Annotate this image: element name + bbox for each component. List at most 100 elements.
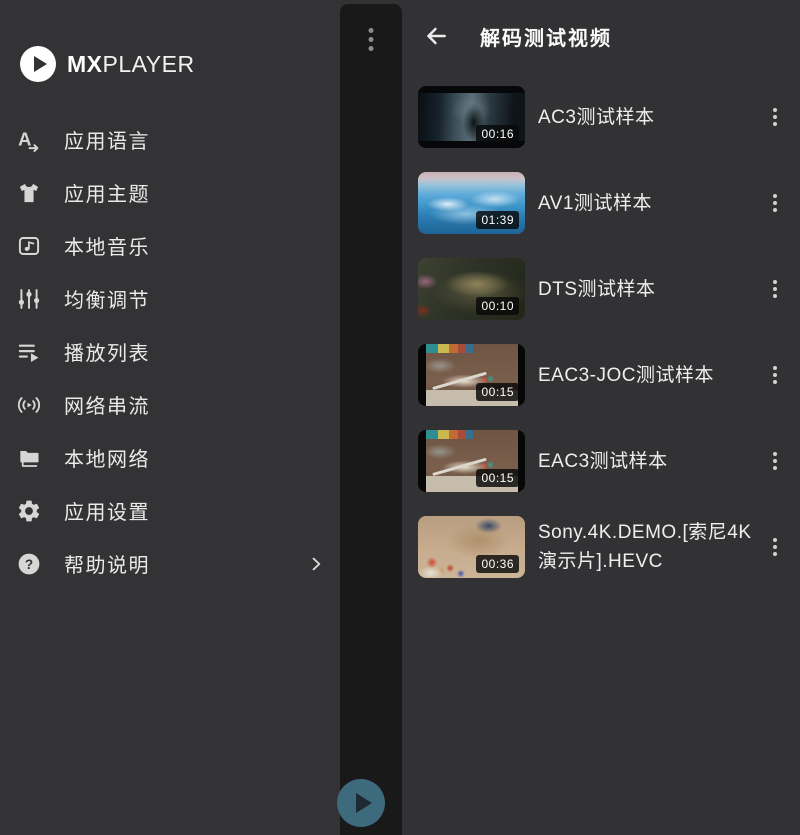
app-bar: 解码测试视频 bbox=[402, 0, 800, 72]
video-title: AV1测试样本 bbox=[538, 189, 762, 218]
overflow-menu-button[interactable] bbox=[365, 24, 378, 55]
sidebar-item-label: 应用主题 bbox=[64, 178, 150, 207]
chevron-right-icon bbox=[306, 554, 326, 574]
more-vert-icon bbox=[773, 294, 777, 298]
navigation-drawer: MXPLAYER A 应用语言 应用主题 bbox=[0, 0, 340, 835]
arrow-left-icon bbox=[423, 23, 449, 49]
sidebar-item-app-language[interactable]: A 应用语言 bbox=[0, 113, 340, 166]
more-vert-icon bbox=[773, 108, 777, 112]
play-logo-icon bbox=[20, 46, 56, 82]
brand-text: MXPLAYER bbox=[67, 51, 195, 78]
help-icon: ? bbox=[16, 551, 42, 577]
sidebar-item-local-network[interactable]: 本地网络 bbox=[0, 431, 340, 484]
app-root: MXPLAYER A 应用语言 应用主题 bbox=[0, 0, 800, 835]
more-vert-icon bbox=[369, 46, 374, 51]
network-folder-icon bbox=[16, 445, 42, 471]
svg-text:A: A bbox=[18, 128, 31, 149]
video-list: 00:16 AC3测试样本 01:39 AV1测试样本 bbox=[402, 72, 800, 590]
video-thumbnail: 00:16 bbox=[418, 86, 525, 148]
playlist-icon bbox=[16, 339, 42, 365]
more-vert-icon bbox=[773, 280, 777, 284]
video-title: EAC3-JOC测试样本 bbox=[538, 361, 762, 390]
svg-text:?: ? bbox=[25, 556, 33, 571]
sidebar-item-label: 本地音乐 bbox=[64, 231, 150, 260]
video-row-eac3[interactable]: 00:15 EAC3测试样本 bbox=[402, 418, 800, 504]
play-icon bbox=[356, 793, 372, 813]
video-row-dts[interactable]: 00:10 DTS测试样本 bbox=[402, 246, 800, 332]
more-vert-icon bbox=[369, 37, 374, 42]
content-panel: 解码测试视频 00:16 AC3测试样本 01:39 AV1测试样本 bbox=[402, 0, 800, 835]
video-thumbnail: 00:15 bbox=[418, 430, 525, 492]
settings-gear-icon bbox=[16, 498, 42, 524]
duration-badge: 01:39 bbox=[476, 211, 519, 229]
more-vert-icon bbox=[773, 459, 777, 463]
more-vert-icon bbox=[773, 194, 777, 198]
more-vert-icon bbox=[773, 466, 777, 470]
video-more-options-button[interactable] bbox=[762, 525, 788, 569]
more-vert-icon bbox=[773, 366, 777, 370]
equalizer-sliders-icon bbox=[16, 286, 42, 312]
video-thumbnail: 00:15 bbox=[418, 344, 525, 406]
sidebar-item-playlist[interactable]: 播放列表 bbox=[0, 325, 340, 378]
sidebar-item-app-settings[interactable]: 应用设置 bbox=[0, 484, 340, 537]
play-triangle-icon bbox=[34, 56, 47, 72]
video-more-options-button[interactable] bbox=[762, 353, 788, 397]
sidebar-item-help[interactable]: ? 帮助说明 bbox=[0, 537, 340, 590]
duration-badge: 00:15 bbox=[476, 469, 519, 487]
more-vert-icon bbox=[773, 452, 777, 456]
more-vert-icon bbox=[773, 208, 777, 212]
video-more-options-button[interactable] bbox=[762, 267, 788, 311]
drawer-menu: A 应用语言 应用主题 本地音乐 bbox=[0, 113, 340, 590]
more-vert-icon bbox=[369, 28, 374, 33]
translate-icon: A bbox=[16, 127, 42, 153]
more-vert-icon bbox=[773, 380, 777, 384]
broadcast-stream-icon bbox=[16, 392, 42, 418]
video-title: DTS测试样本 bbox=[538, 275, 762, 304]
video-title: EAC3测试样本 bbox=[538, 447, 762, 476]
sidebar-item-label: 播放列表 bbox=[64, 337, 150, 366]
divider-strip bbox=[340, 4, 402, 835]
more-vert-icon bbox=[773, 287, 777, 291]
more-vert-icon bbox=[773, 545, 777, 549]
video-thumbnail: 00:36 bbox=[418, 516, 525, 578]
video-row-eac3-joc[interactable]: 00:15 EAC3-JOC测试样本 bbox=[402, 332, 800, 418]
play-fab-button[interactable] bbox=[337, 779, 385, 827]
more-vert-icon bbox=[773, 552, 777, 556]
sidebar-item-label: 帮助说明 bbox=[64, 549, 150, 578]
brand-light: PLAYER bbox=[103, 51, 195, 77]
more-vert-icon bbox=[773, 373, 777, 377]
video-thumbnail: 01:39 bbox=[418, 172, 525, 234]
duration-badge: 00:10 bbox=[476, 297, 519, 315]
video-title: AC3测试样本 bbox=[538, 103, 762, 132]
sidebar-item-local-music[interactable]: 本地音乐 bbox=[0, 219, 340, 272]
sidebar-item-label: 均衡调节 bbox=[64, 284, 150, 313]
brand-bold: MX bbox=[67, 51, 103, 77]
duration-badge: 00:16 bbox=[476, 125, 519, 143]
duration-badge: 00:36 bbox=[476, 555, 519, 573]
sidebar-item-label: 网络串流 bbox=[64, 390, 150, 419]
video-thumbnail: 00:10 bbox=[418, 258, 525, 320]
sidebar-item-equalizer[interactable]: 均衡调节 bbox=[0, 272, 340, 325]
video-row-av1[interactable]: 01:39 AV1测试样本 bbox=[402, 160, 800, 246]
video-row-ac3[interactable]: 00:16 AC3测试样本 bbox=[402, 74, 800, 160]
more-vert-icon bbox=[773, 122, 777, 126]
sidebar-item-label: 应用语言 bbox=[64, 125, 150, 154]
video-title: Sony.4K.DEMO.[索尼4K演示片].HEVC bbox=[538, 518, 762, 576]
more-vert-icon bbox=[773, 538, 777, 542]
back-button[interactable] bbox=[420, 20, 452, 52]
sidebar-item-label: 本地网络 bbox=[64, 443, 150, 472]
duration-badge: 00:15 bbox=[476, 383, 519, 401]
video-more-options-button[interactable] bbox=[762, 95, 788, 139]
sidebar-item-network-stream[interactable]: 网络串流 bbox=[0, 378, 340, 431]
video-row-sony-4k[interactable]: 00:36 Sony.4K.DEMO.[索尼4K演示片].HEVC bbox=[402, 504, 800, 590]
more-vert-icon bbox=[773, 201, 777, 205]
more-vert-icon bbox=[773, 115, 777, 119]
music-folder-icon bbox=[16, 233, 42, 259]
sidebar-item-label: 应用设置 bbox=[64, 496, 150, 525]
mx-player-logo: MXPLAYER bbox=[20, 46, 340, 82]
page-title: 解码测试视频 bbox=[480, 22, 612, 51]
video-more-options-button[interactable] bbox=[762, 439, 788, 483]
sidebar-item-app-theme[interactable]: 应用主题 bbox=[0, 166, 340, 219]
video-more-options-button[interactable] bbox=[762, 181, 788, 225]
tshirt-icon bbox=[16, 180, 42, 206]
